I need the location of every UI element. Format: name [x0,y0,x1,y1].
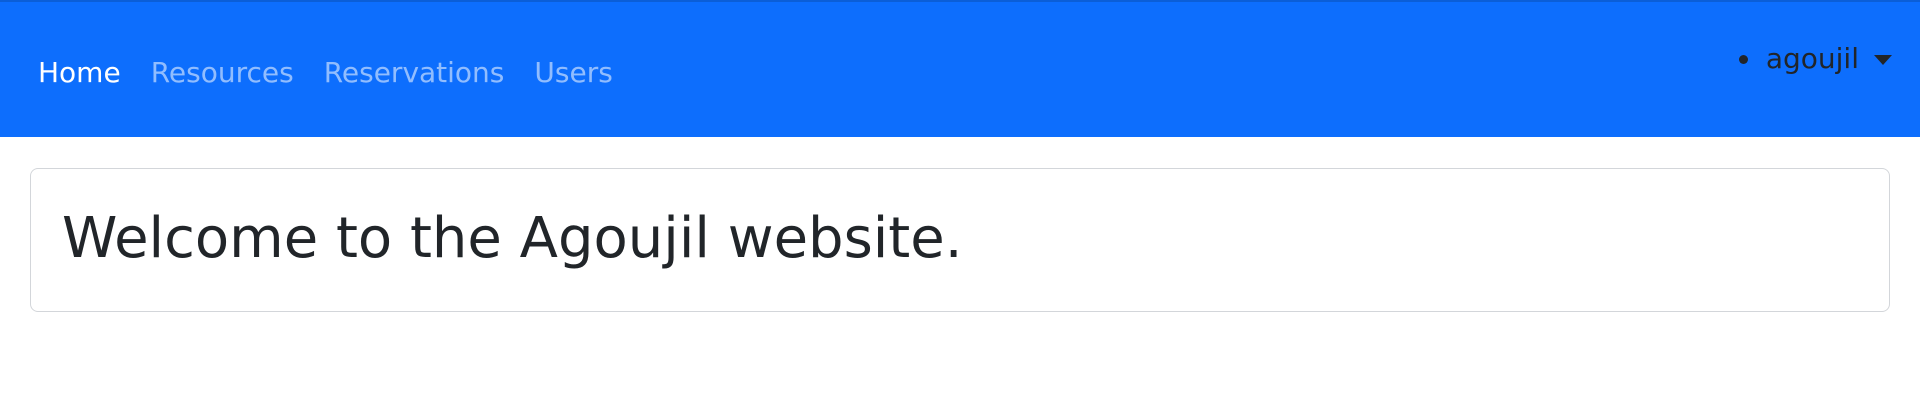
nav-item-resources[interactable]: Resources [151,52,294,94]
nav-item-reservations[interactable]: Reservations [324,52,505,94]
page-title: Welcome to the Agoujil website. [62,206,963,271]
nav-item-home[interactable]: Home [38,52,121,94]
top-navbar: Home Resources Reservations Users agouji… [0,0,1920,137]
nav-item-users[interactable]: Users [534,52,612,94]
username-label: agoujil [1765,42,1859,75]
welcome-card: Welcome to the Agoujil website. [30,168,1890,312]
user-menu-dropdown[interactable]: agoujil [1738,40,1892,78]
status-dot-icon [1738,54,1748,64]
nav-links: Home Resources Reservations Users [38,52,613,94]
caret-down-icon [1874,55,1892,65]
